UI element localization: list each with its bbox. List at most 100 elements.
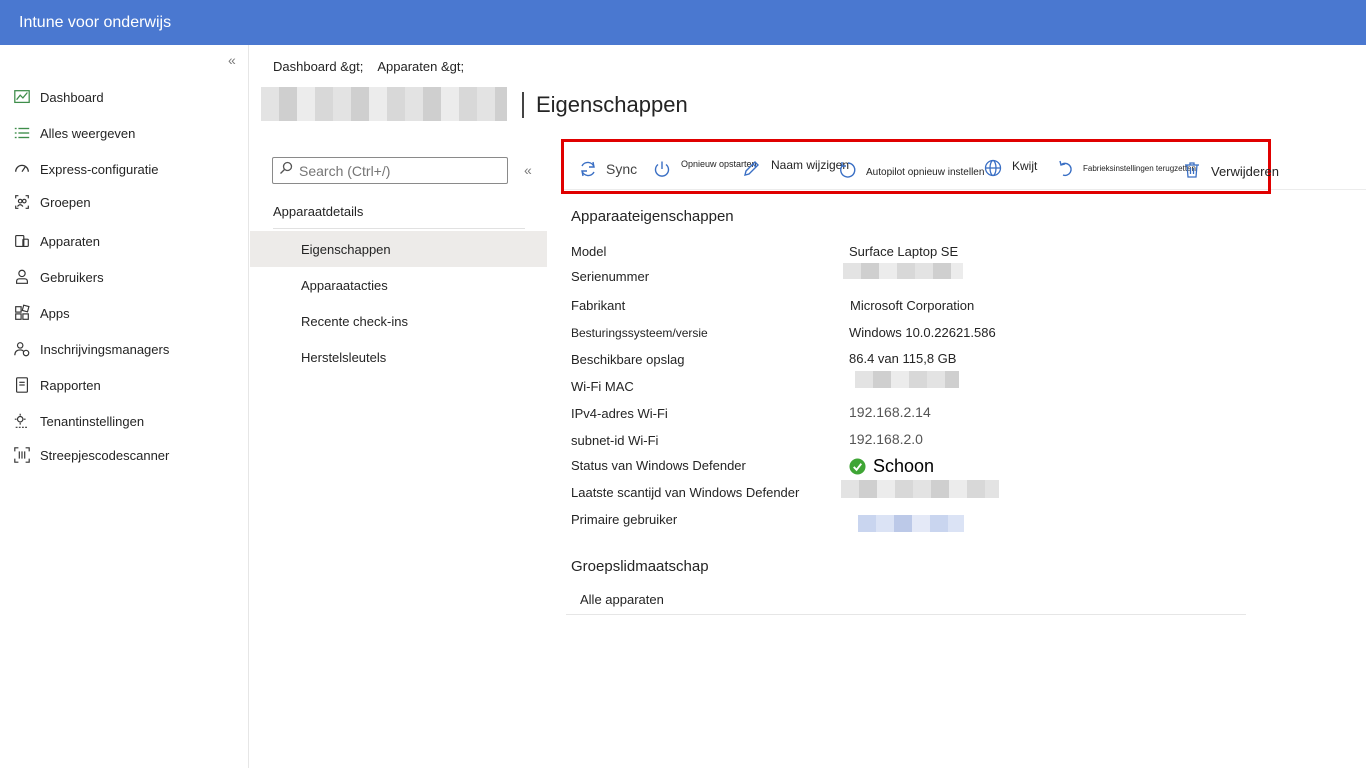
breadcrumb-dashboard[interactable]: Dashboard &gt; [273,59,363,74]
breadcrumb-devices[interactable]: Apparaten &gt; [377,59,464,74]
subnav-divider [273,228,525,229]
search-icon [279,161,293,180]
subnav-item-label: Recente check-ins [301,313,408,329]
breadcrumb: Dashboard &gt; Apparaten &gt; [273,59,464,74]
prop-label-defender-scan-time: Laatste scantijd van Windows Defender [571,485,800,500]
properties-section-title: Apparaateigenschappen [571,208,734,225]
nav-item-devices[interactable]: Apparaten [12,229,100,253]
lost-mode-label: Kwijt [1012,159,1038,173]
nav-item-label: Gebruikers [40,269,104,285]
subnav-item-label: Apparaatacties [301,277,388,293]
nav-item-label: Dashboard [40,89,104,105]
barcode-icon [12,445,32,465]
nav-item-label: Tenantinstellingen [40,413,145,429]
prop-label-manufacturer: Fabrikant [571,298,626,313]
prop-value-storage: 86.4 van 115,8 GB [849,351,957,366]
prop-label-os-version: Besturingssysteem/versie [571,326,708,340]
nav-item-enrollment-managers[interactable]: Inschrijvingsmanagers [12,337,169,361]
gauge-icon [12,159,32,179]
prop-value-wifi-mac-redacted [855,371,959,388]
nav-item-users[interactable]: Gebruikers [12,265,104,289]
page-title: Eigenschappen [536,92,688,117]
app-title: Intune voor onderwijs [19,14,172,31]
delete-button[interactable]: Verwijderen [1182,160,1279,180]
nav-item-label: Rapporten [40,377,101,393]
nav-item-label: Groepen [40,194,91,210]
lost-mode-button[interactable]: Kwijt [983,158,1037,178]
prop-label-wifi-mac: Wi-Fi MAC [571,379,634,394]
autopilot-reset-label: Autopilot opnieuw instellen [866,166,985,178]
factory-reset-button[interactable]: Fabrieksinstellingen terugzetten [1056,159,1196,179]
group-item: Alle apparaten [580,592,664,607]
groups-divider [566,614,1246,615]
search-input[interactable] [299,162,499,179]
prop-value-subnet: 192.168.2.0 [849,431,923,447]
undo-icon [1056,159,1076,179]
subnav-collapse-button[interactable]: « [524,162,532,178]
factory-reset-label: Fabrieksinstellingen terugzetten [1083,163,1196,173]
prop-label-subnet: subnet-id Wi-Fi [571,433,659,448]
sync-icon [578,159,598,179]
prop-value-primary-user-redacted[interactable] [858,515,964,532]
groups-icon [12,192,32,212]
nav-item-groups[interactable]: Groepen [12,190,91,214]
enrollment-managers-icon [12,339,32,359]
top-bar: Intune voor onderwijs [0,0,1366,45]
delete-label: Verwijderen [1211,164,1279,179]
subnav-item-label: Herstelsleutels [301,349,387,365]
prop-label-serial: Serienummer [571,269,650,284]
subnav-item-label: Eigenschappen [301,241,391,257]
nav-item-label: Express-configuratie [40,161,159,177]
prop-value-serial-redacted [843,263,963,279]
groups-section-title: Groepslidmaatschap [571,558,709,575]
pencil-icon [742,158,762,178]
prop-value-ipv4: 192.168.2.14 [849,404,931,420]
globe-icon [983,158,1003,178]
sync-button[interactable]: Sync [578,159,637,179]
nav-item-label: Apparaten [40,233,100,249]
prop-value-manufacturer: Microsoft Corporation [850,298,975,313]
prop-value-model: Surface Laptop SE [849,244,959,259]
prop-value-os-version: Windows 10.0.22621.586 [849,325,996,340]
autopilot-reset-icon [838,160,858,180]
prop-value-defender-scan-time-redacted [841,480,999,498]
nav-item-dashboard[interactable]: Dashboard [12,85,104,109]
subnav-item-recent-checkins[interactable]: Recente check-ins [250,303,547,339]
nav-item-barcode-scanner[interactable]: Streepjescodescanner [12,443,169,467]
rename-button[interactable]: Naam wijzigen [742,158,849,178]
autopilot-reset-button[interactable]: Autopilot opnieuw instellen [838,160,984,180]
nav-item-label: Alles weergeven [40,125,136,141]
nav-item-reports[interactable]: Rapporten [12,373,101,397]
subnav-header: Apparaatdetails [273,204,364,219]
nav-item-all[interactable]: Alles weergeven [12,121,135,145]
apps-icon [12,303,32,323]
dashboard-icon [12,87,32,107]
prop-value-defender-status: Schoon [849,456,934,477]
subnav-item-properties[interactable]: Eigenschappen [250,231,547,267]
nav-item-label: Streepjescodescanner [40,447,170,463]
defender-status-text: Schoon [873,456,935,476]
nav-collapse-button[interactable]: « [228,52,236,68]
prop-label-storage: Beschikbare opslag [571,352,685,367]
nav-item-apps[interactable]: Apps [12,301,70,325]
device-name-redacted [261,87,507,121]
nav-item-express-config[interactable]: Express-configuratie [12,157,159,181]
subnav-item-recovery-keys[interactable]: Herstelsleutels [250,339,547,375]
list-icon [12,123,32,143]
nav-item-label: Apps [40,305,70,321]
prop-label-model: Model [571,244,607,259]
check-circle-icon [849,458,866,475]
prop-label-defender-status: Status van Windows Defender [571,458,746,473]
restart-button[interactable]: Opnieuw opstarten [652,159,757,179]
tenant-settings-icon [12,411,32,431]
trash-icon [1182,160,1202,180]
power-icon [652,159,672,179]
sync-label: Sync [606,161,638,177]
subnav-item-device-actions[interactable]: Apparaatacties [250,267,547,303]
nav-item-tenant-settings[interactable]: Tenantinstellingen [12,409,144,433]
search-box[interactable] [272,157,508,184]
prop-label-ipv4: IPv4-adres Wi-Fi [571,406,668,421]
nav-item-label: Inschrijvingsmanagers [40,341,170,357]
devices-icon [12,231,32,251]
reports-icon [12,375,32,395]
